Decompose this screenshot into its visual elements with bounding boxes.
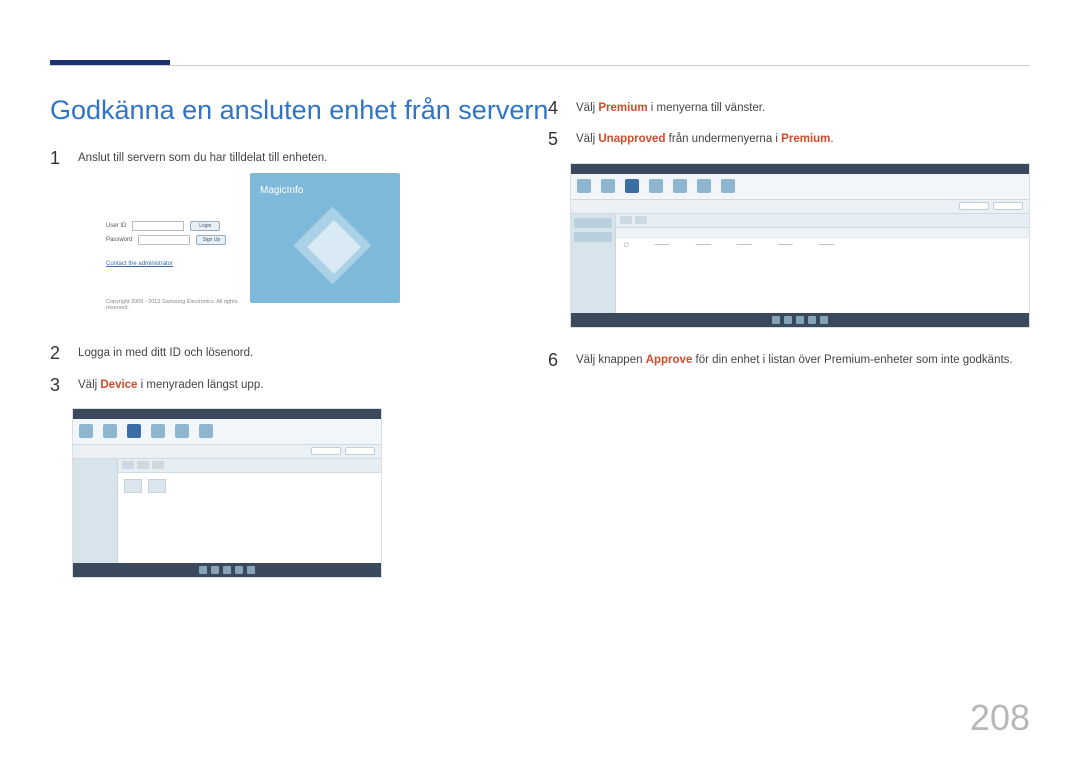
- nav-icon[interactable]: [673, 179, 687, 193]
- nav-icon-device[interactable]: [625, 179, 639, 193]
- step-text: Anslut till servern som du har tilldelat…: [78, 150, 327, 167]
- left-column: 1 Anslut till servern som du har tilldel…: [50, 95, 488, 602]
- step-6: 6 Välj knappen Approve för din enhet i l…: [548, 352, 1030, 369]
- step-number: 3: [50, 376, 64, 394]
- step-number: 6: [548, 351, 562, 369]
- step-text: Välj Device i menyraden längst upp.: [78, 377, 263, 394]
- login-button[interactable]: Login: [190, 221, 220, 231]
- screenshot-login: User ID Login Password Sign Up Contact t…: [72, 181, 382, 321]
- nav-icon[interactable]: [577, 179, 591, 193]
- step-5: 5 Välj Unapproved från undermenyerna i P…: [548, 131, 1030, 148]
- step-text: Välj Premium i menyerna till vänster.: [576, 100, 765, 117]
- login-pass-label: Password: [106, 237, 132, 243]
- screenshot-unapproved: ▢———————————————: [570, 163, 1030, 328]
- page-number: 208: [970, 697, 1030, 739]
- login-user-label: User ID: [106, 223, 126, 229]
- unapproved-sidebar[interactable]: [571, 214, 616, 313]
- nav-icon[interactable]: [79, 424, 93, 438]
- nav-icon[interactable]: [697, 179, 711, 193]
- nav-icon[interactable]: [151, 424, 165, 438]
- step-text: Logga in med ditt ID och lösenord.: [78, 345, 253, 362]
- step-text: Välj Unapproved från undermenyerna i Pre…: [576, 131, 834, 148]
- copyright-text: Copyright 2009 - 2013 Samsung Electronic…: [106, 299, 247, 311]
- nav-icon[interactable]: [103, 424, 117, 438]
- nav-icon[interactable]: [199, 424, 213, 438]
- nav-icon[interactable]: [175, 424, 189, 438]
- step-number: 2: [50, 344, 64, 362]
- table-row[interactable]: ▢———————————————: [624, 240, 1021, 250]
- login-user-input[interactable]: [132, 221, 184, 231]
- step-3: 3 Välj Device i menyraden längst upp.: [50, 377, 488, 394]
- step-number: 5: [548, 130, 562, 148]
- login-pass-input[interactable]: [138, 235, 190, 245]
- step-4: 4 Välj Premium i menyerna till vänster.: [548, 100, 1030, 117]
- step-1: 1 Anslut till servern som du har tilldel…: [50, 150, 488, 167]
- screenshot-device: [72, 408, 382, 578]
- nav-icon[interactable]: [721, 179, 735, 193]
- step-text: Välj knappen Approve för din enhet i lis…: [576, 352, 1013, 369]
- step-2: 2 Logga in med ditt ID och lösenord.: [50, 345, 488, 362]
- signup-button[interactable]: Sign Up: [196, 235, 226, 245]
- step-number: 4: [548, 99, 562, 117]
- nav-icon-device[interactable]: [127, 424, 141, 438]
- top-divider: [50, 65, 1030, 66]
- magicinfo-logo: MagicInfo: [260, 185, 303, 196]
- right-column: 4 Välj Premium i menyerna till vänster. …: [548, 95, 1030, 602]
- nav-icon[interactable]: [601, 179, 615, 193]
- nav-icon[interactable]: [649, 179, 663, 193]
- step-number: 1: [50, 149, 64, 167]
- device-sidebar[interactable]: [73, 459, 118, 563]
- contact-admin-link[interactable]: Contact the administrator: [106, 261, 173, 267]
